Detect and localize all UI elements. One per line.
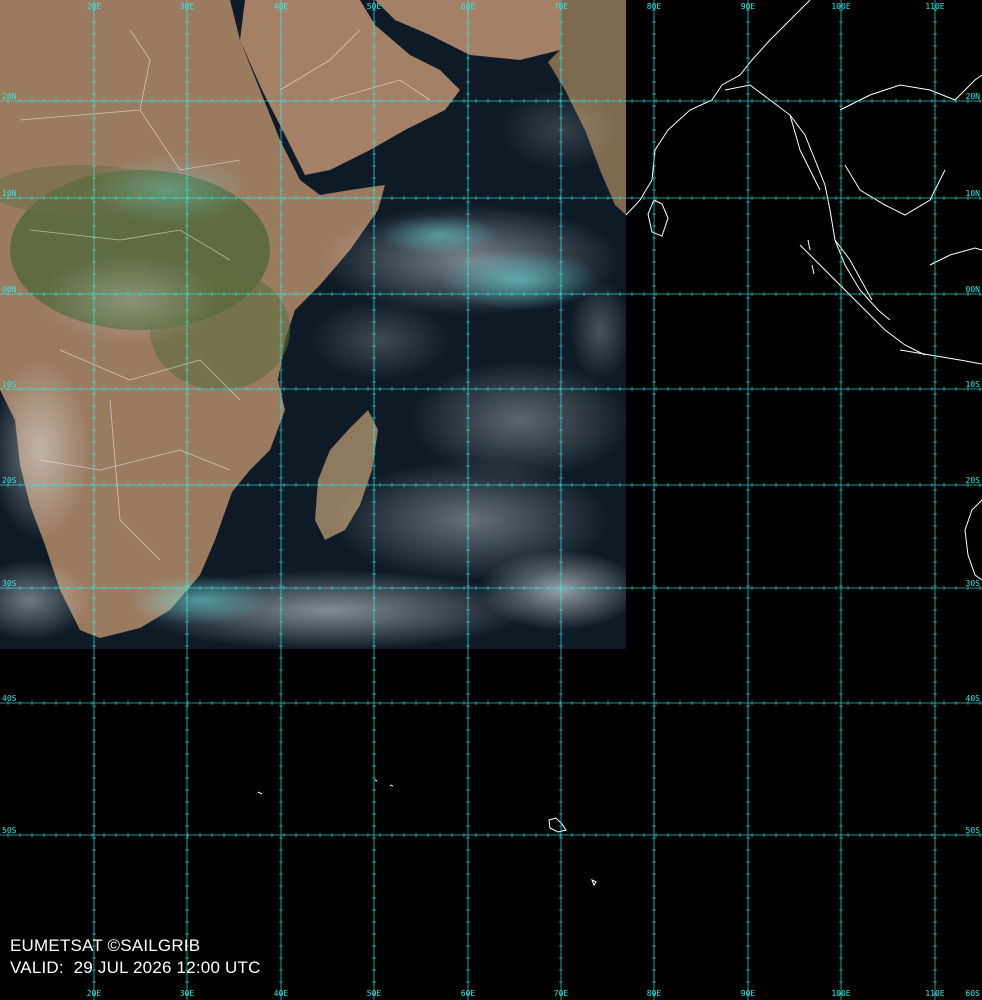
- lon-label-bottom: 60E: [461, 989, 476, 998]
- lat-label-right: 40S: [966, 694, 981, 703]
- lon-label-top: 110E: [925, 2, 944, 11]
- lon-label-top: 20E: [87, 2, 102, 11]
- lon-label-top: 30E: [180, 2, 195, 11]
- lat-label-right: 30S: [966, 579, 981, 588]
- lon-label-top: 60E: [461, 2, 476, 11]
- lat-label-left: 40S: [2, 694, 17, 703]
- lon-label-bottom: 20E: [87, 989, 102, 998]
- credit-text: EUMETSAT ©SAILGRIB: [10, 936, 201, 955]
- lat-label-left: 20N: [2, 92, 17, 101]
- lat-label-left: 30S: [2, 579, 17, 588]
- lon-label-top: 100E: [831, 2, 850, 11]
- lat-label-left: 50S: [2, 826, 17, 835]
- valid-time-line: VALID: 29 JUL 2026 12:00 UTC: [10, 958, 261, 977]
- lon-label-bottom: 50E: [367, 989, 382, 998]
- lat-label-right: 10N: [966, 189, 981, 198]
- lat-label-left: 00N: [2, 285, 17, 294]
- lat-label-right: 10S: [966, 380, 981, 389]
- lat-label-right: 20S: [966, 476, 981, 485]
- satellite-image: [0, 0, 626, 649]
- lon-label-top: 80E: [647, 2, 662, 11]
- valid-time: 29 JUL 2026 12:00 UTC: [73, 958, 261, 977]
- lat-label-left: 20S: [2, 476, 17, 485]
- valid-label: VALID:: [10, 958, 64, 977]
- lon-label-bottom: 80E: [647, 989, 662, 998]
- lon-label-bottom: 40E: [274, 989, 289, 998]
- lon-label-bottom: 30E: [180, 989, 195, 998]
- satellite-map: 20E 20E 30E 30E 40E 40E 50E 50E 60E 60E 70E 70E 80E 8…: [0, 0, 982, 1000]
- lon-label-top: 70E: [554, 2, 569, 11]
- lat-label-left: 10N: [2, 189, 17, 198]
- lon-label-top: 50E: [367, 2, 382, 11]
- lat-label-right: 50S: [966, 826, 981, 835]
- lat-label-right: 20N: [966, 92, 981, 101]
- lat-label-right: 00N: [966, 285, 981, 294]
- lon-label-top: 90E: [741, 2, 756, 11]
- corner-label: 60S: [966, 989, 981, 998]
- lon-label-bottom: 100E: [831, 989, 850, 998]
- lon-label-top: 40E: [274, 2, 289, 11]
- lat-label-left: 10S: [2, 380, 17, 389]
- lon-label-bottom: 90E: [741, 989, 756, 998]
- lon-label-bottom: 110E: [925, 989, 944, 998]
- lon-label-bottom: 70E: [554, 989, 569, 998]
